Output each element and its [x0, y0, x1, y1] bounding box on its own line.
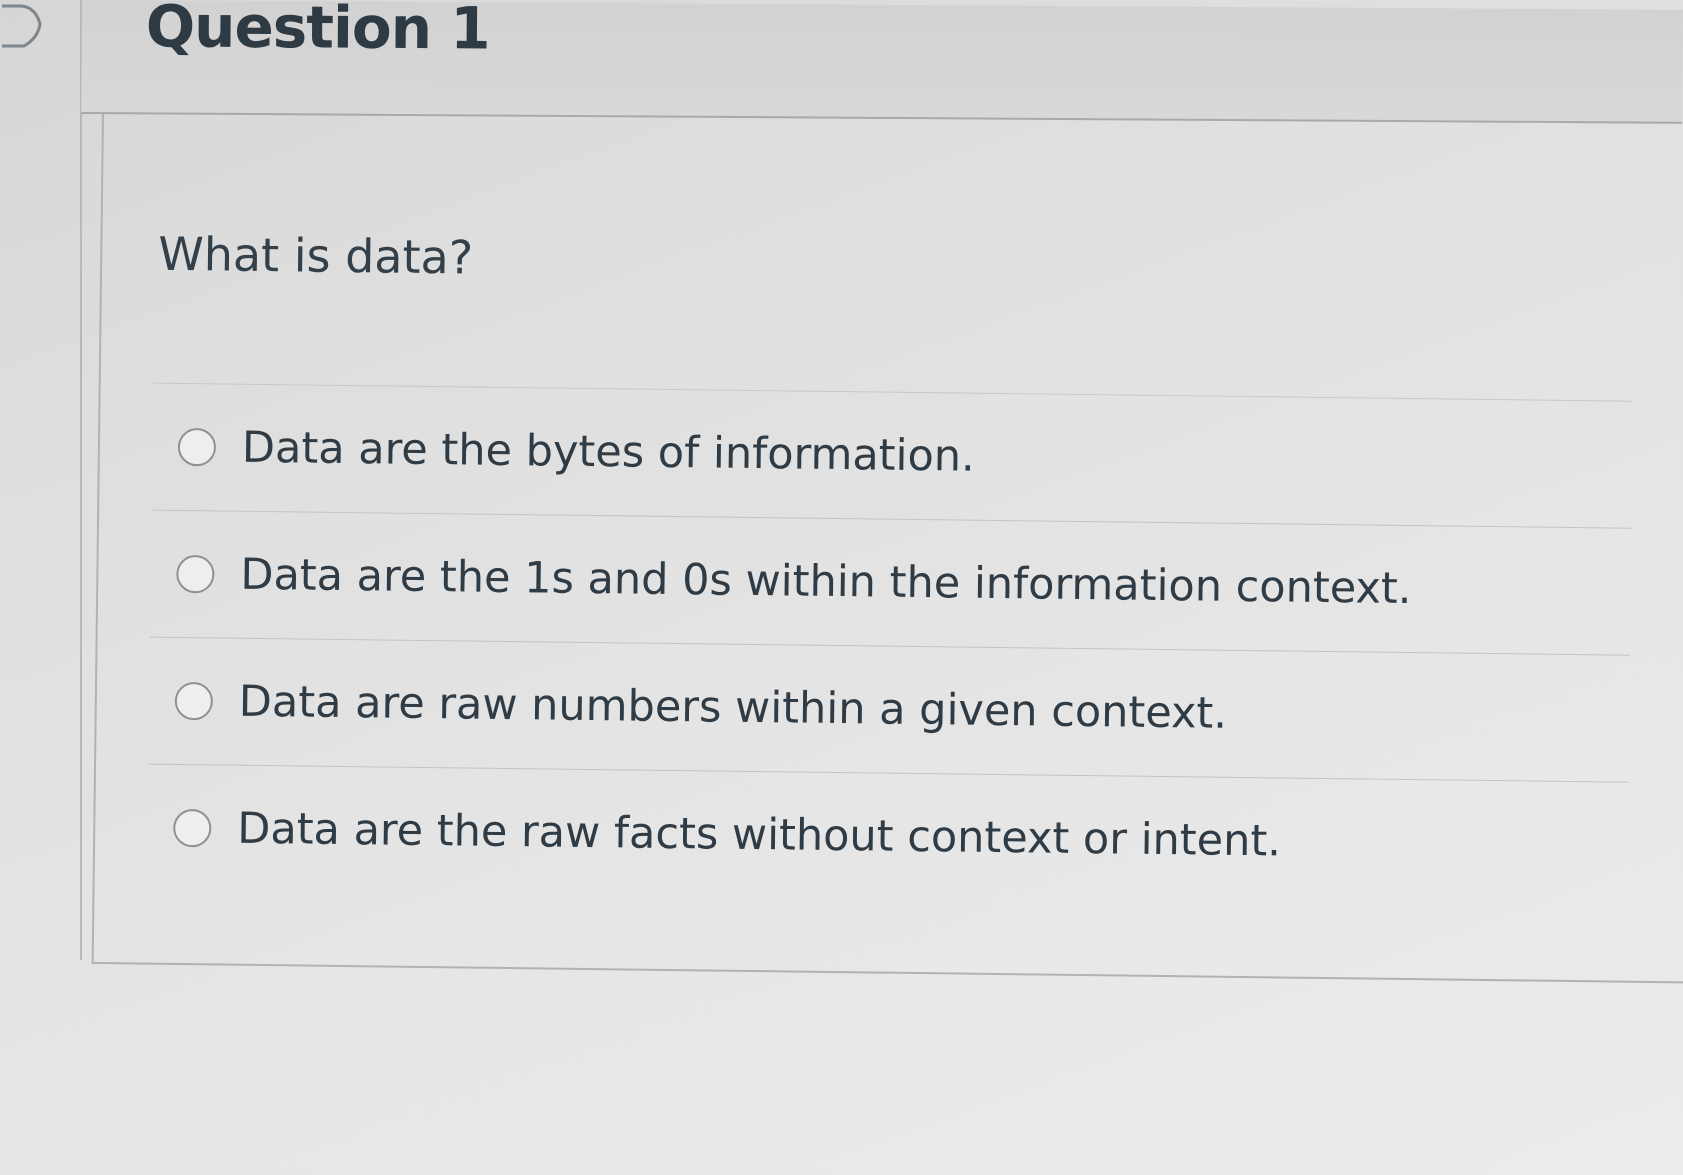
question-body: What is data? Data are the bytes of info…	[91, 114, 1683, 984]
question-header: Question 1	[81, 0, 1683, 124]
question-title: Question 1	[145, 0, 490, 63]
answer-label[interactable]: Data are the bytes of information.	[242, 423, 975, 482]
answer-label[interactable]: Data are the raw facts without context o…	[237, 804, 1281, 867]
answer-list: Data are the bytes of information. Data …	[146, 382, 1633, 909]
answer-option[interactable]: Data are the 1s and 0s within the inform…	[149, 509, 1632, 655]
answer-option[interactable]: Data are the bytes of information.	[151, 382, 1633, 528]
collapse-toggle[interactable]	[0, 0, 60, 52]
answer-option[interactable]: Data are raw numbers within a given cont…	[148, 636, 1630, 782]
answer-option[interactable]: Data are the raw facts without context o…	[146, 763, 1628, 909]
answer-label[interactable]: Data are raw numbers within a given cont…	[239, 677, 1228, 739]
radio-button[interactable]	[176, 554, 215, 594]
radio-button[interactable]	[177, 427, 217, 467]
question-text: What is data?	[157, 226, 474, 285]
page-gutter-divider	[80, 0, 82, 960]
radio-button[interactable]	[174, 681, 214, 721]
radio-button[interactable]	[173, 808, 212, 848]
answer-label[interactable]: Data are the 1s and 0s within the inform…	[240, 550, 1412, 614]
chevron-right-icon	[2, 4, 42, 48]
